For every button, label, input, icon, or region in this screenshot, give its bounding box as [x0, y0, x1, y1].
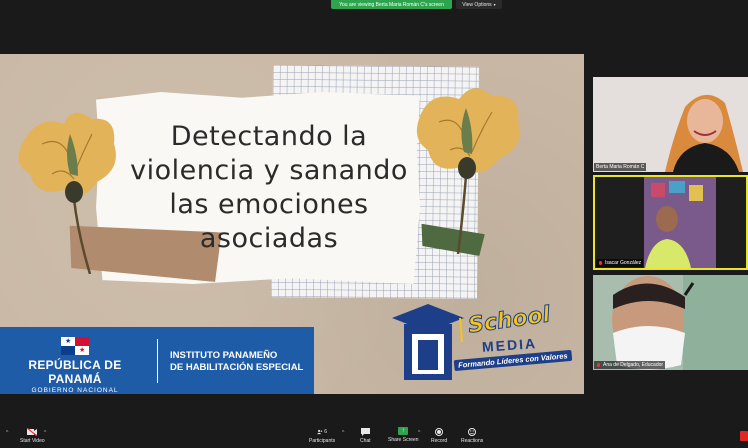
- slide-title: Detectando la violencia y sanando las em…: [100, 120, 438, 256]
- view-options-label: View Options: [462, 1, 492, 8]
- participant-video-tile[interactable]: Berta Maria Román C: [593, 77, 748, 172]
- zoom-meeting-window: You are viewing Berta Maria Román C's sc…: [0, 0, 748, 448]
- participants-count: 6: [324, 428, 328, 435]
- chat-label: Chat: [360, 438, 371, 444]
- participant-video-tile-active-speaker[interactable]: Isacar González: [593, 175, 748, 270]
- participants-caret-icon[interactable]: ^: [342, 430, 344, 436]
- participant-name-tag: Isacar González: [596, 259, 644, 267]
- participant-name: Isacar González: [605, 260, 642, 266]
- screen-share-banner-text: You are viewing Berta Maria Román C's sc…: [339, 1, 444, 8]
- share-screen-icon: ↑: [398, 427, 409, 435]
- divider: [157, 339, 158, 383]
- participant-video-tile[interactable]: Ana de Delgado, Educador: [593, 275, 748, 370]
- reactions-label: Reactions: [461, 438, 484, 444]
- participant-name-tag: Berta Maria Román C: [594, 163, 647, 171]
- smiley-icon: [467, 427, 477, 436]
- view-options-button[interactable]: View Options ▾: [456, 0, 502, 9]
- panama-flag-icon: ★ ★: [61, 337, 89, 355]
- participants-label: Participants: [309, 438, 336, 444]
- chat-button[interactable]: Chat: [360, 427, 371, 444]
- shared-screen-slide: Detectando la violencia y sanando las em…: [0, 54, 584, 394]
- record-icon: [434, 427, 444, 436]
- end-meeting-button[interactable]: [740, 431, 748, 441]
- participant-video-feed: [593, 77, 748, 172]
- institute-line: DE HABILITACIÓN ESPECIAL: [170, 362, 304, 373]
- participant-name: Ana de Delgado, Educador: [603, 362, 664, 368]
- mic-muted-icon: [598, 260, 603, 266]
- start-video-label: Start Video: [20, 438, 45, 444]
- participant-video-feed: [593, 275, 748, 370]
- participants-button[interactable]: 6 Participants: [309, 427, 336, 445]
- participant-video-feed: [595, 177, 746, 268]
- chat-icon: [360, 427, 370, 436]
- slide-title-line: violencia y sanando: [130, 155, 408, 186]
- slide-title-line: las emociones: [169, 189, 369, 220]
- chevron-down-icon: ▾: [493, 2, 496, 7]
- government-banner: ★ ★ REPÚBLICA DE PANAMÁ GOBIERNO NACIONAL…: [0, 327, 314, 394]
- record-button[interactable]: Record: [431, 427, 447, 444]
- share-screen-label: Share Screen: [388, 437, 419, 443]
- reactions-button[interactable]: Reactions: [461, 427, 483, 444]
- participant-name-tag: Ana de Delgado, Educador: [594, 361, 666, 369]
- gov-name: REPÚBLICA DE PANAMÁ: [28, 358, 122, 386]
- audio-options-caret-icon[interactable]: ^: [6, 430, 8, 436]
- gov-subtitle: GOBIERNO NACIONAL: [31, 387, 119, 394]
- institute-name: INSTITUTO PANAMEÑO DE HABILITACIÓN ESPEC…: [170, 350, 303, 374]
- start-video-button[interactable]: Start Video: [20, 427, 45, 444]
- participants-icon: 6: [317, 427, 327, 436]
- meeting-toolbar: ^ Start Video ^ 6 Participants ^ Chat ↑ …: [0, 424, 748, 448]
- participant-name: Berta Maria Román C: [596, 164, 645, 170]
- share-screen-button[interactable]: ↑ Share Screen: [388, 427, 419, 443]
- video-options-caret-icon[interactable]: ^: [44, 430, 46, 436]
- video-off-icon: [27, 427, 38, 436]
- slide-title-line: Detectando la: [170, 121, 368, 152]
- screen-share-banner: You are viewing Berta Maria Román C's sc…: [331, 0, 452, 9]
- share-options-caret-icon[interactable]: ^: [418, 430, 420, 436]
- slide-title-line: asociadas: [199, 223, 339, 254]
- institute-line: INSTITUTO PANAMEÑO: [170, 350, 278, 361]
- mic-muted-icon: [596, 362, 601, 368]
- record-label: Record: [431, 438, 448, 444]
